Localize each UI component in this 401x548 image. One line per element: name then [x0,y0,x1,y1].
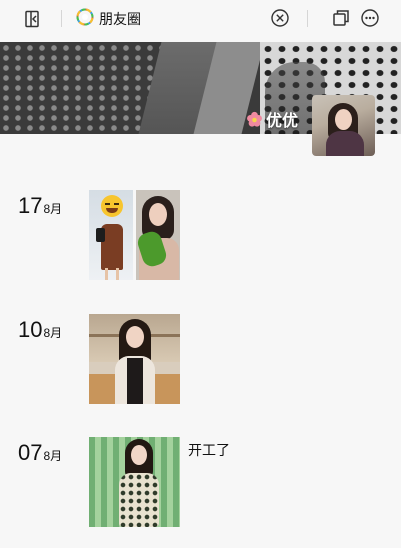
post-day: 10 [18,317,43,342]
post-month: 8月 [43,326,63,340]
separator [61,10,62,27]
post-date: 108月 [18,317,62,343]
post-month: 8月 [43,202,63,216]
post-photo[interactable] [89,314,180,404]
post-caption[interactable]: 开工了 [188,440,230,460]
copy-window-icon[interactable] [331,8,351,28]
laughing-emoji-icon [101,195,123,217]
post-month: 8月 [43,449,63,463]
post-day: 07 [18,440,43,465]
username: 优优 [266,113,299,130]
post-photo[interactable] [89,190,133,280]
moments-logo-icon [76,8,94,26]
more-icon[interactable] [360,8,380,28]
flower-icon [247,111,262,127]
post-date: 178月 [18,193,62,219]
post-photo[interactable] [89,437,180,527]
page-title: 朋友圈 [99,11,141,27]
avatar[interactable] [312,95,375,156]
post-date: 078月 [18,440,62,466]
back-panel-icon[interactable] [22,9,42,29]
title-bar: 朋友圈 [0,0,401,38]
separator [307,10,308,27]
post-photo[interactable] [136,190,180,280]
post-day: 17 [18,193,43,218]
close-circle-icon[interactable] [270,8,290,28]
profile-name[interactable]: 优优 [246,107,298,131]
